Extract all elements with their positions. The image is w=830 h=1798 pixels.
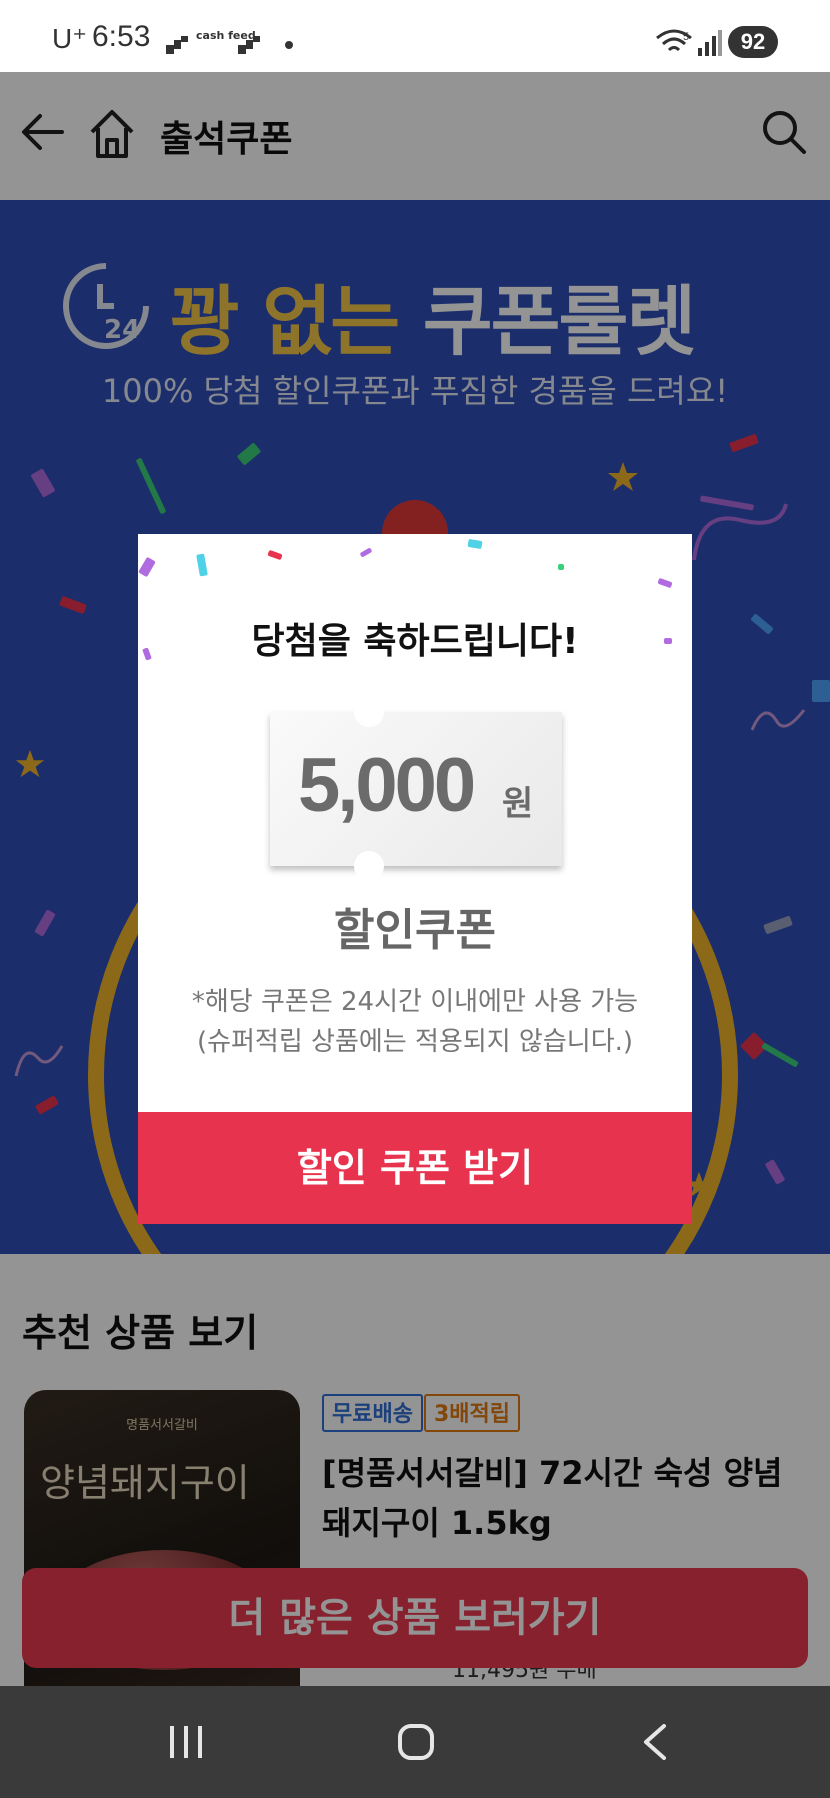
app-notification-icon [166, 36, 188, 54]
back-button-icon[interactable] [636, 1722, 676, 1762]
wifi-icon: 5 [656, 29, 692, 52]
battery-indicator: 92 [728, 26, 778, 58]
recent-apps-icon[interactable] [166, 1722, 206, 1762]
status-bar: U⁺ 6:53 cash feed 5 92 [0, 0, 830, 72]
receive-coupon-button[interactable]: 할인 쿠폰 받기 [138, 1112, 692, 1224]
coupon-amount: 5,000 [298, 743, 476, 828]
signal-icon [698, 30, 722, 56]
coupon-note-line2: (슈퍼적립 상품에는 적용되지 않습니다.) [196, 1027, 634, 1057]
network-label: 5 [683, 31, 689, 43]
app-notification-icon [238, 36, 260, 54]
confetti [267, 549, 283, 561]
confetti [196, 553, 208, 577]
ticket-notch [354, 697, 384, 727]
coupon-win-dialog: 당첨을 축하드립니다! 5,000 원 할인쿠폰 *해당 쿠폰은 24시간 이내… [138, 534, 692, 1224]
more-notifications-icon [285, 41, 293, 49]
coupon-ticket: 5,000 원 [270, 697, 562, 881]
ticket-notch [354, 851, 384, 881]
confetti [359, 547, 373, 558]
confetti [657, 577, 673, 589]
coupon-type-label: 할인쿠폰 [334, 905, 496, 956]
dialog-heading: 당첨을 축하드립니다! [251, 621, 579, 662]
confetti [138, 556, 156, 578]
carrier-label: U⁺ [52, 23, 87, 54]
system-navigation-bar [0, 1686, 830, 1798]
coupon-note: *해당 쿠폰은 24시간 이내에만 사용 가능 (슈퍼적립 상품에는 적용되지 … [138, 982, 692, 1062]
status-time: 6:53 [92, 20, 151, 53]
coupon-unit: 원 [502, 784, 534, 824]
home-button-icon[interactable] [396, 1722, 436, 1762]
confetti [467, 538, 483, 550]
coupon-note-line1: *해당 쿠폰은 24시간 이내에만 사용 가능 [191, 987, 639, 1017]
confetti [558, 564, 564, 570]
